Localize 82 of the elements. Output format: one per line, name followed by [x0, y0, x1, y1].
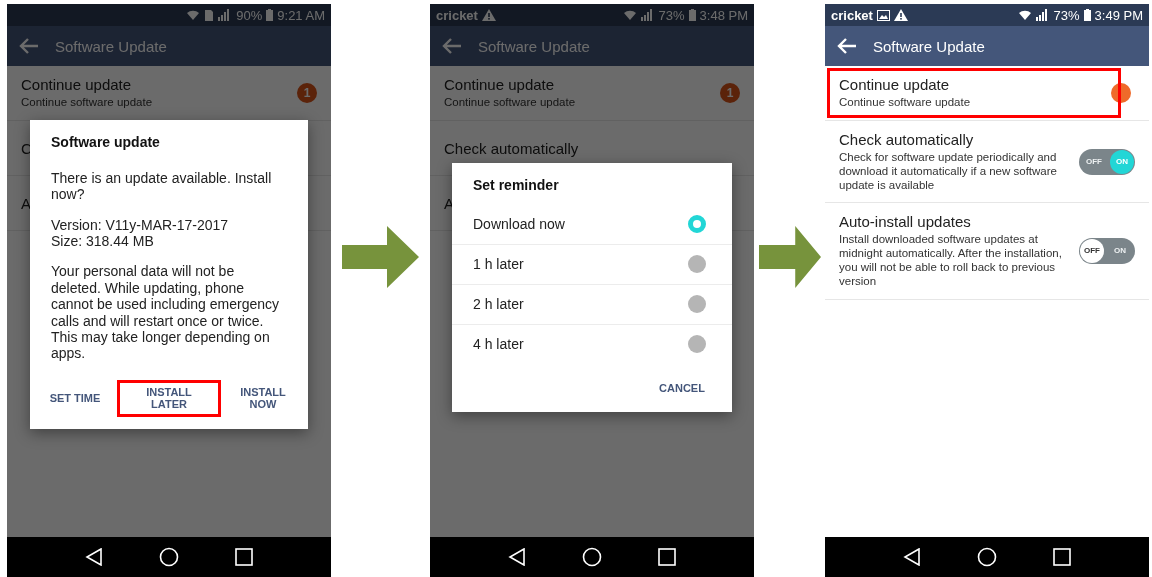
settings-item[interactable]: Check automatically Check for software update periodically and download it automatically if a new software update is available OFF ON	[825, 121, 1149, 204]
notification-badge: 1	[297, 83, 317, 103]
notification-badge: 1	[720, 83, 740, 103]
warning-icon	[893, 9, 908, 21]
square-icon[interactable]	[658, 548, 676, 566]
setting-title: Check automatically	[444, 139, 579, 157]
signal-icon	[640, 9, 655, 21]
reminder-option[interactable]: 4 h later	[452, 324, 732, 364]
right-arrow-icon	[342, 226, 419, 288]
home-circle-icon[interactable]	[159, 547, 179, 567]
reminder-option[interactable]: 1 h later	[452, 244, 732, 285]
setting-title: Continue update	[444, 76, 555, 94]
battery-percent: 90%	[236, 7, 263, 23]
wifi-icon	[186, 9, 201, 21]
battery-icon	[688, 9, 696, 21]
radio-button[interactable]	[688, 295, 706, 314]
carrier-name: cricket	[831, 7, 873, 23]
wifi-icon	[622, 9, 637, 21]
signal-icon	[1035, 9, 1050, 21]
battery-percent: 73%	[1053, 7, 1080, 23]
option-label: 1 h later	[473, 256, 524, 273]
image-icon	[876, 9, 890, 21]
setting-title: Check automatically	[839, 131, 974, 148]
setting-title: Continue update	[21, 76, 132, 94]
option-label: 2 h later	[473, 296, 524, 313]
right-arrow-icon	[758, 226, 821, 288]
back-arrow-icon[interactable]	[442, 38, 462, 54]
settings-item[interactable]: Continue update Continue software update 1	[430, 66, 754, 121]
setting-description: Install downloaded software updates at midnight automatically. After the installation, you will not be able to roll back to previous version	[839, 233, 1063, 289]
dialog-button[interactable]: INSTALL NOW	[228, 379, 298, 417]
dialog-message: Your personal data will not be deleted. While updating, phone cannot be used including emergency calls and will restart once or twice. This may take longer depending on apps.	[50, 263, 281, 362]
setting-title: Auto-install updates	[839, 213, 971, 231]
setting-title: A	[21, 194, 31, 212]
back-triangle-icon[interactable]	[508, 548, 526, 566]
clock-time: 9:21 AM	[277, 7, 325, 23]
dialog-button[interactable]: CANCEL	[642, 375, 722, 401]
toggle-switch[interactable]: OFF ON	[1079, 238, 1135, 264]
battery-icon	[1083, 9, 1091, 21]
setting-description: Continue software update	[21, 96, 153, 110]
dialog-message: Version: V11y-MAR-17-2017 Size: 318.44 MB	[50, 216, 230, 250]
back-triangle-icon[interactable]	[903, 548, 921, 566]
back-arrow-icon[interactable]	[19, 38, 39, 54]
reminder-option[interactable]: 2 h later	[452, 284, 732, 325]
app-bar-title: Software Update	[55, 37, 167, 55]
app-bar-title: Software Update	[873, 37, 985, 55]
battery-percent: 73%	[658, 7, 685, 23]
clock-time: 3:49 PM	[1094, 7, 1143, 23]
sim-card-icon	[204, 8, 215, 22]
option-label: Download now	[473, 216, 565, 233]
carrier-name: cricket	[436, 7, 478, 23]
toggle-label: ON	[1113, 246, 1127, 256]
dialog-title: Software update	[50, 134, 161, 152]
dialog-message: There is an update available. Install now?	[50, 170, 273, 203]
toggle-thumb: OFF	[1080, 239, 1104, 263]
settings-item[interactable]: Continue update Continue software update	[825, 66, 1149, 121]
clock-time: 3:48 PM	[699, 7, 748, 23]
toggle-thumb: ON	[1110, 149, 1134, 174]
toggle-label: OFF	[1085, 157, 1103, 167]
option-label: 4 h later	[473, 336, 524, 353]
dialog-button[interactable]: SET TIME	[40, 386, 110, 411]
wifi-icon	[1017, 9, 1032, 21]
settings-item[interactable]: Auto-install updates Install downloaded software updates at midnight automatically. After the installation, you will not be able to roll back to previous version OFF ON	[825, 203, 1149, 300]
setting-description: Continue software update	[839, 96, 971, 110]
battery-icon	[266, 9, 274, 21]
square-icon[interactable]	[235, 548, 253, 566]
warning-icon	[481, 9, 496, 21]
radio-button[interactable]	[688, 215, 706, 234]
setting-description: Continue software update	[444, 96, 576, 110]
back-triangle-icon[interactable]	[85, 548, 103, 566]
dialog-button[interactable]: INSTALL LATER	[117, 379, 221, 417]
dialog-title: Set reminder	[472, 176, 560, 195]
home-circle-icon[interactable]	[582, 547, 602, 567]
radio-button[interactable]	[688, 335, 706, 354]
app-bar-title: Software Update	[478, 37, 590, 55]
square-icon[interactable]	[1053, 548, 1071, 566]
radio-button[interactable]	[688, 255, 706, 274]
home-circle-icon[interactable]	[977, 547, 997, 567]
notification-dot	[1111, 83, 1131, 103]
reminder-option[interactable]: Download now	[452, 204, 732, 245]
setting-title: Continue update	[839, 76, 950, 94]
setting-description: Check for software update periodically and download it automatically if a new software update is available	[839, 151, 1058, 193]
back-arrow-icon[interactable]	[837, 38, 857, 54]
